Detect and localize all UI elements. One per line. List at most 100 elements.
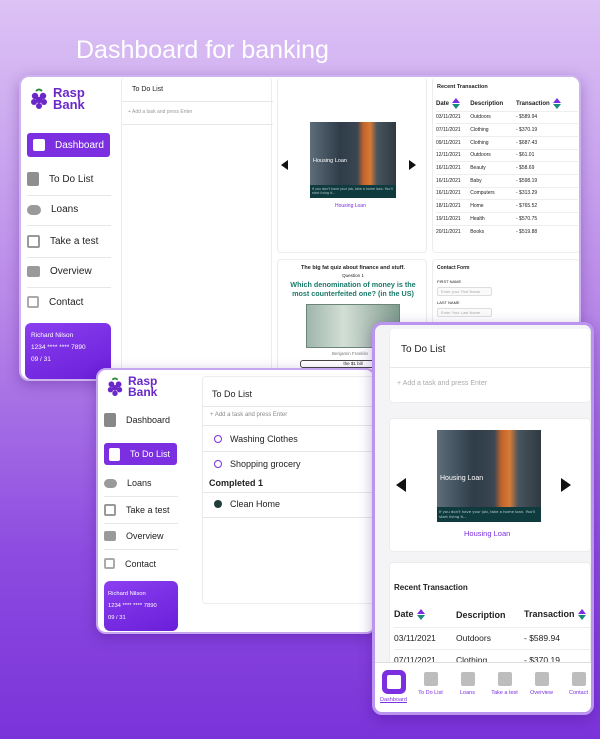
transactions-panel: Recent Transaction Date Description Tran…: [432, 77, 579, 253]
last-name-input[interactable]: Enter Your Last Name: [437, 308, 492, 317]
card-number: 1234 **** **** 7890: [108, 603, 157, 609]
divider: [27, 195, 111, 196]
sidebar-item-contact[interactable]: Contact: [27, 296, 83, 308]
table-row: 09/11/2021 Clothing - $687.43: [436, 136, 578, 149]
divider: [390, 367, 591, 368]
card-holder: Richard Nilson: [31, 332, 74, 339]
sidebar-item-loans[interactable]: Loans: [27, 204, 78, 215]
cell-date: 03/11/2021: [394, 633, 436, 643]
prev-arrow-icon[interactable]: [281, 160, 288, 170]
col-transaction[interactable]: Transaction: [516, 97, 578, 111]
housing-loan-link[interactable]: Housing Loan: [464, 529, 510, 538]
todo-panel: To Do List + Add a task and press Enter: [121, 77, 273, 379]
cell-date: 16/11/2021: [436, 190, 461, 197]
transactions-panel: Recent Transaction Date Description Tran…: [389, 562, 591, 672]
todo-add-input[interactable]: + Add a task and press Enter: [210, 412, 287, 418]
slide-title: Housing Loan: [440, 475, 484, 482]
todo-title: To Do List: [212, 389, 253, 399]
mobile-window: To Do List + Add a task and press Enter …: [372, 322, 594, 715]
divider: [203, 492, 374, 493]
sidebar-item-label: Dashboard: [55, 139, 104, 151]
unchecked-circle-icon[interactable]: [214, 460, 222, 468]
todo-add-input[interactable]: + Add a task and press Enter: [128, 109, 192, 115]
bottom-nav-piggy[interactable]: Loans: [449, 663, 486, 712]
test-icon: [27, 235, 40, 248]
slide-caption: If you don't have your job, take a home …: [437, 507, 541, 522]
slide-caption: If you don't have your job, take a home …: [310, 185, 396, 198]
edit-icon: [571, 672, 586, 686]
next-arrow-icon[interactable]: [409, 160, 416, 170]
divider: [203, 425, 374, 426]
card-number: 1234 **** **** 7890: [31, 344, 86, 351]
bottom-nav-dashboard[interactable]: Dashboard: [375, 663, 412, 712]
cell-amount: - $589.94: [524, 633, 560, 643]
raspberry-icon: [31, 88, 47, 109]
next-arrow-icon[interactable]: [561, 478, 571, 492]
col-description: Description: [456, 609, 506, 620]
cell-date: 16/11/2021: [436, 177, 461, 184]
sidebar-item-label: Contact: [49, 296, 84, 308]
first-name-input[interactable]: Enter your First Name: [437, 287, 492, 296]
sidebar-item-test[interactable]: Take a test: [104, 504, 170, 516]
divider: [104, 523, 178, 524]
prev-arrow-icon[interactable]: [396, 478, 406, 492]
housing-loan-link[interactable]: Housing Loan: [335, 203, 366, 209]
sidebar-item-dashboard[interactable]: Dashboard: [27, 133, 110, 157]
clipboard-icon: [109, 447, 120, 461]
test-icon: [497, 672, 512, 686]
sidebar-item-contact[interactable]: Contact: [104, 558, 156, 569]
col-transaction[interactable]: Transaction: [524, 603, 590, 627]
bottom-nav-edit[interactable]: Contact: [560, 663, 591, 712]
bottom-nav-label: Loans: [460, 690, 475, 696]
col-date[interactable]: Date: [394, 603, 456, 627]
cell-date: 18/11/2021: [436, 203, 461, 210]
wallet-icon: [104, 531, 116, 541]
piggy-bank-icon: [460, 672, 475, 686]
cell-amount: - $589.94: [516, 114, 538, 121]
edit-icon: [27, 296, 39, 308]
sidebar-item-todo[interactable]: To Do List: [104, 443, 177, 465]
sidebar-item-loans[interactable]: Loans: [104, 478, 152, 488]
cell-description: Clothing: [470, 139, 489, 146]
sidebar-item-test[interactable]: Take a test: [27, 235, 98, 248]
bottom-nav-test[interactable]: Take a test: [486, 663, 523, 712]
divider: [27, 257, 111, 258]
divider: [104, 549, 178, 550]
transactions-title: Recent Transaction: [394, 583, 468, 592]
cell-amount: - $58.69: [516, 165, 535, 172]
sidebar-item-todo[interactable]: To Do List: [27, 172, 93, 186]
unchecked-circle-icon[interactable]: [214, 435, 222, 443]
todo-title: To Do List: [401, 344, 446, 355]
completed-heading: Completed 1: [209, 478, 264, 488]
piggy-bank-icon: [27, 204, 41, 215]
image-caption: Benjamin Franklin: [332, 351, 369, 356]
sidebar-item-label: To Do List: [130, 449, 171, 459]
transactions-table: Date Description Transaction 03/11/2021 O…: [436, 97, 578, 238]
sidebar-item-dashboard[interactable]: Dashboard: [104, 413, 170, 427]
todo-add-input[interactable]: + Add a task and press Enter: [397, 380, 487, 387]
cell-description: Clothing: [470, 127, 489, 134]
divider: [27, 225, 111, 226]
checked-circle-icon[interactable]: [214, 500, 222, 508]
table-row: 07/11/2021 Clothing - $370.19: [436, 123, 578, 137]
todo-item[interactable]: Washing Clothes: [214, 434, 298, 444]
completed-item[interactable]: Clean Home: [214, 499, 280, 509]
bottom-nav-clipboard[interactable]: To Do List: [412, 663, 449, 712]
col-date[interactable]: Date: [436, 97, 470, 111]
table-row: 16/11/2021 Baby - $598.19: [436, 174, 578, 187]
cell-description: Outdoors: [470, 114, 491, 121]
bottom-nav-wallet[interactable]: Overview: [523, 663, 560, 712]
sidebar-item-overview[interactable]: Overview: [27, 266, 92, 277]
housing-loan-image: Housing Loan If you don't have your job,…: [437, 430, 541, 522]
cell-date: 03/11/2021: [436, 114, 461, 121]
tablet-todo-window: Rasp Bank Dashboard To Do List Loans Take…: [96, 368, 376, 634]
sidebar-item-overview[interactable]: Overview: [104, 531, 164, 541]
sidebar-item-label: Loans: [51, 204, 79, 215]
bank-card[interactable]: Richard Nilson 1234 **** **** 7890 09 / …: [104, 581, 178, 631]
cell-amount: - $313.29: [516, 190, 538, 197]
table-row: 12/11/2021 Outdoors - $61.01: [436, 149, 578, 162]
table-row: 20/11/2021 Books - $519.88: [436, 225, 578, 238]
cell-description: Baby: [470, 177, 482, 184]
bottom-nav-label: Dashboard: [380, 697, 407, 703]
todo-item[interactable]: Shopping grocery: [214, 459, 301, 469]
